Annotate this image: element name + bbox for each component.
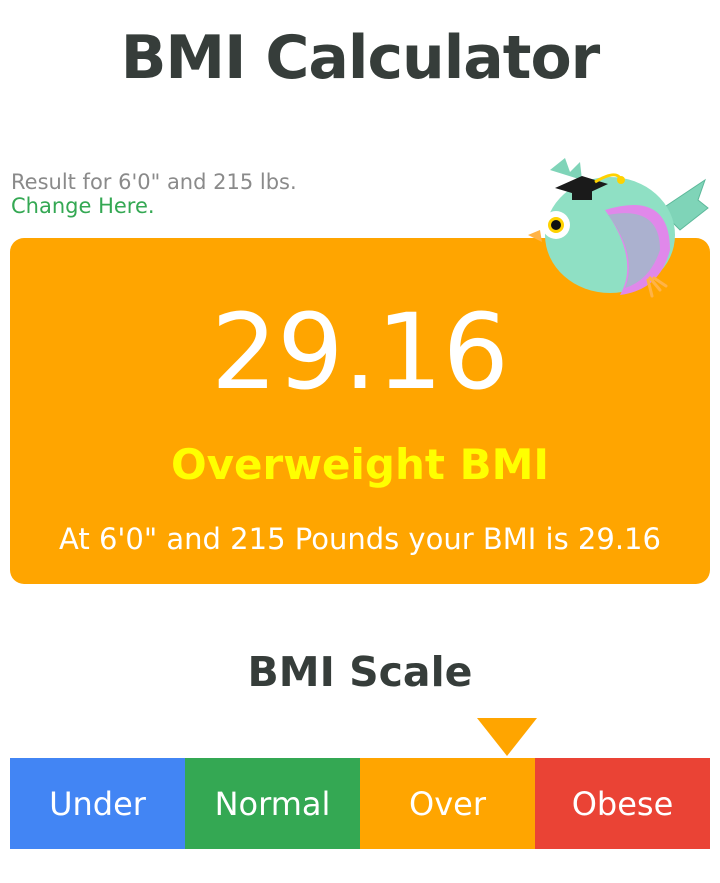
triangle-down-icon bbox=[477, 718, 537, 756]
page-title: BMI Calculator bbox=[120, 23, 601, 93]
scale-segment-label: Obese bbox=[571, 784, 674, 823]
scale-segment-normal: Normal bbox=[185, 758, 360, 849]
scale-segment-label: Under bbox=[49, 784, 146, 823]
change-here-suffix: . bbox=[147, 194, 155, 218]
bmi-scale-bar: Under Normal Over Obese bbox=[10, 758, 710, 849]
bmi-category: Overweight BMI bbox=[170, 440, 550, 489]
change-here-link[interactable]: Change Here. bbox=[11, 193, 155, 219]
change-here-label[interactable]: Change Here bbox=[11, 194, 148, 218]
scale-segment-obese: Obese bbox=[535, 758, 710, 849]
owl-graduate-icon bbox=[528, 158, 709, 298]
result-summary-text: Result for 6'0" and 215 lbs. bbox=[11, 170, 297, 194]
scale-title: BMI Scale bbox=[247, 648, 473, 696]
scale-segment-under: Under bbox=[10, 758, 185, 849]
bmi-value: 29.16 bbox=[211, 291, 509, 413]
scale-segment-label: Normal bbox=[214, 784, 331, 823]
scale-segment-over: Over bbox=[360, 758, 535, 849]
scale-segment-label: Over bbox=[409, 784, 486, 823]
bmi-summary: At 6'0" and 215 Pounds your BMI is 29.16 bbox=[59, 522, 661, 556]
